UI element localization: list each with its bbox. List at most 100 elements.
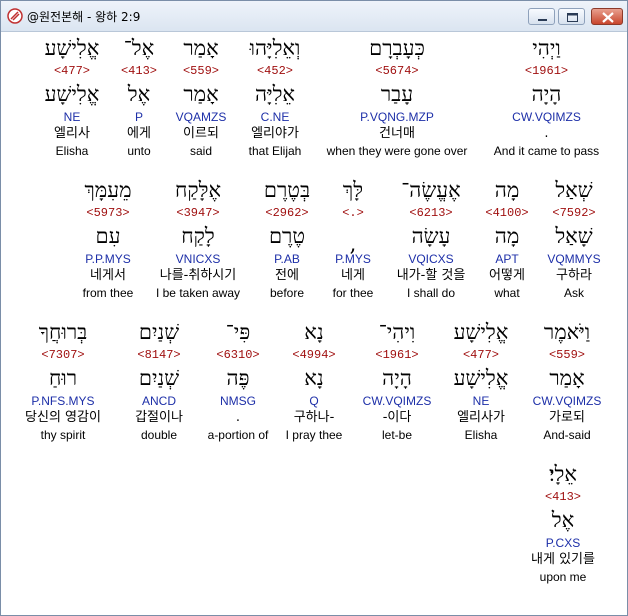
minimize-button[interactable] [528,8,555,25]
app-icon [7,8,23,24]
hebrew-word: וַיֹּאמֶר [543,320,591,344]
parsing-code: VQAMZS [175,110,227,124]
english-gloss: before [269,286,305,300]
hebrew-lemma: נָא [304,366,324,390]
word-cell[interactable]: בְּטֶרֶם <2962> טֶרֶם P.AB 전에 before [255,175,319,301]
hebrew-lemma: אֶל [127,82,151,106]
strong-number: <6310> [216,348,260,362]
hebrew-lemma: הָיָה [531,82,562,106]
english-gloss: I be taken away [155,286,241,300]
hebrew-lemma: לָקַח [181,224,215,248]
word-cell[interactable]: אָמַר <559> אָמַר VQAMZS 이르되 said [169,33,233,159]
hebrew-word: נָא [304,320,324,344]
word-cell[interactable]: אֱלִישָׁע <477> אֱלִישָׁע NE 엘리사 Elisha [37,33,107,159]
parsing-code: VQICXS [408,252,454,266]
word-cell[interactable]: פִּי־ <6310> פֶּה NMSG . a-portion of [197,317,279,443]
word-cell[interactable]: אֵלָי׃ <413> אֶל P.CXS 내게 있기를 upon me [513,459,613,585]
korean-gloss: 전에 [275,268,299,283]
hebrew-word: פִּי־ [225,320,251,344]
word-cell[interactable]: שְׁנַיִם <8147> שְׁנַיִם ANCD 갑절이나 doubl… [125,317,193,443]
parsing-code: C.NE [260,110,290,124]
strong-number: <1961> [375,348,419,362]
hebrew-lemma: אֶל [551,508,575,532]
hebrew-lemma: עָשָׂה [411,224,451,248]
english-gloss: for thee [332,286,374,300]
korean-gloss: -이다 [382,410,412,425]
word-cell[interactable]: נָא <4994> נָא Q 구하나- I pray thee [275,317,353,443]
hebrew-word: שְׁאַל [555,178,593,202]
hebrew-lemma: עָבַר [380,82,414,106]
word-cell[interactable]: לָּךְ <.> , P.MYS 네게 for thee [325,175,381,301]
strong-number: <413> [544,490,581,504]
word-cell[interactable]: אֶעֱשֶׂה־ <6213> עָשָׂה VQICXS 내가-할 것을 I… [385,175,477,301]
word-cell[interactable]: וַיֹּאמֶר <559> אָמַר CW.VQIMZS 가로되 And-… [525,317,609,443]
hebrew-lemma: עִם [95,224,121,248]
word-cell[interactable]: אֱלִישָׁע <477> אֱלִישָׁע NE 엘리사가 Elisha [441,317,521,443]
strong-number: <452> [256,64,293,78]
hebrew-lemma: מָה [494,224,520,248]
word-cell[interactable]: אֶל־ <413> אֶל P 에게 unto [113,33,165,159]
hebrew-word: וְאֵלִיָּהוּ [249,36,301,60]
maximize-button[interactable] [558,8,585,25]
title-bar[interactable]: @원전본해 - 왕하 2:9 [1,1,627,32]
korean-gloss: . [544,126,549,141]
korean-gloss: 네게 [341,268,365,283]
hebrew-word: אֱלִישָׁע [453,320,509,344]
strong-number: <4100> [485,206,529,220]
word-cell[interactable]: אֶלָּקַח <3947> לָקַח VNICXS 나를-취하시기 I b… [149,175,247,301]
hebrew-lemma: הָיָה [382,366,412,390]
word-cell[interactable]: מָה <4100> מָה APT 어떻게 what [479,175,535,301]
korean-gloss: 엘리야가 [251,126,299,141]
korean-gloss: 갑절이나 [135,410,183,425]
strong-number: <7592> [552,206,596,220]
word-cell[interactable]: בְּרוּחֲךָ <7307> רוּחַ P.NFS.MYS 당신의 영감… [13,317,113,443]
english-gloss: from thee [82,286,134,300]
hebrew-lemma: אֱלִישָׁע [44,82,100,106]
hebrew-word: אֶל־ [123,36,155,60]
word-cell[interactable]: מֵעִמָּךְ <5973> עִם P.P.MYS 네게서 from th… [73,175,143,301]
english-gloss: said [189,144,212,158]
parsing-code: NE [472,394,490,408]
english-gloss: And it came to pass [493,144,600,158]
english-gloss: Elisha [464,428,498,442]
hebrew-word: אָמַר [183,36,219,60]
word-cell[interactable]: וַיְהִי <1961> הָיָה CW.VQIMZS . And it … [481,33,612,159]
korean-gloss: 나를-취하시기 [159,268,237,283]
english-gloss: that Elijah [248,144,302,158]
korean-gloss: 건너매 [379,126,415,141]
word-cell[interactable]: וְאֵלִיָּהוּ <452> אֵלִיָּה C.NE 엘리야가 th… [239,33,311,159]
korean-gloss: 가로되 [549,410,585,425]
hebrew-word: אֵלָי׃ [549,462,577,486]
parsing-code: VQMMYS [547,252,601,266]
strong-number: <5973> [86,206,130,220]
minimize-icon [538,19,547,21]
parsing-code: Q [309,394,319,408]
parsing-code: APT [495,252,519,266]
parsing-code: P.P.MYS [85,252,131,266]
hebrew-lemma: אֵלִיָּה [254,82,295,106]
word-cell[interactable]: שְׁאַל <7592> שָׁאַל VQMMYS 구하라 Ask [539,175,609,301]
strong-number: <559> [548,348,585,362]
strong-number: <4994> [292,348,336,362]
parsing-code: P [134,110,143,124]
parsing-code: P.CXS [545,536,581,550]
word-cell[interactable]: כְּעָבְרָם <5674> עָבַר P.VQNG.MZP 건너매 w… [319,33,475,159]
parsing-code: NE [63,110,81,124]
strong-number: <6213> [409,206,453,220]
english-gloss: Ask [563,286,584,300]
word-cell[interactable]: וִיהִי־ <1961> הָיָה CW.VQIMZS -이다 let-b… [355,317,439,443]
parsing-code: P.MYS [335,252,371,266]
hebrew-word: שְׁנַיִם [138,320,180,344]
english-gloss: thy spirit [40,428,86,442]
hebrew-lemma: , [349,232,357,256]
hebrew-word: מָה [494,178,520,202]
hebrew-word: מֵעִמָּךְ [84,178,132,202]
parsing-code: P.NFS.MYS [31,394,95,408]
strong-number: <.> [342,206,364,220]
strong-number: <5674> [375,64,419,78]
english-gloss: upon me [539,570,587,584]
korean-gloss: 엘리사 [54,126,90,141]
parsing-code: VNICXS [175,252,221,266]
close-button[interactable] [591,8,623,25]
korean-gloss: 내게 있기를 [531,552,595,567]
